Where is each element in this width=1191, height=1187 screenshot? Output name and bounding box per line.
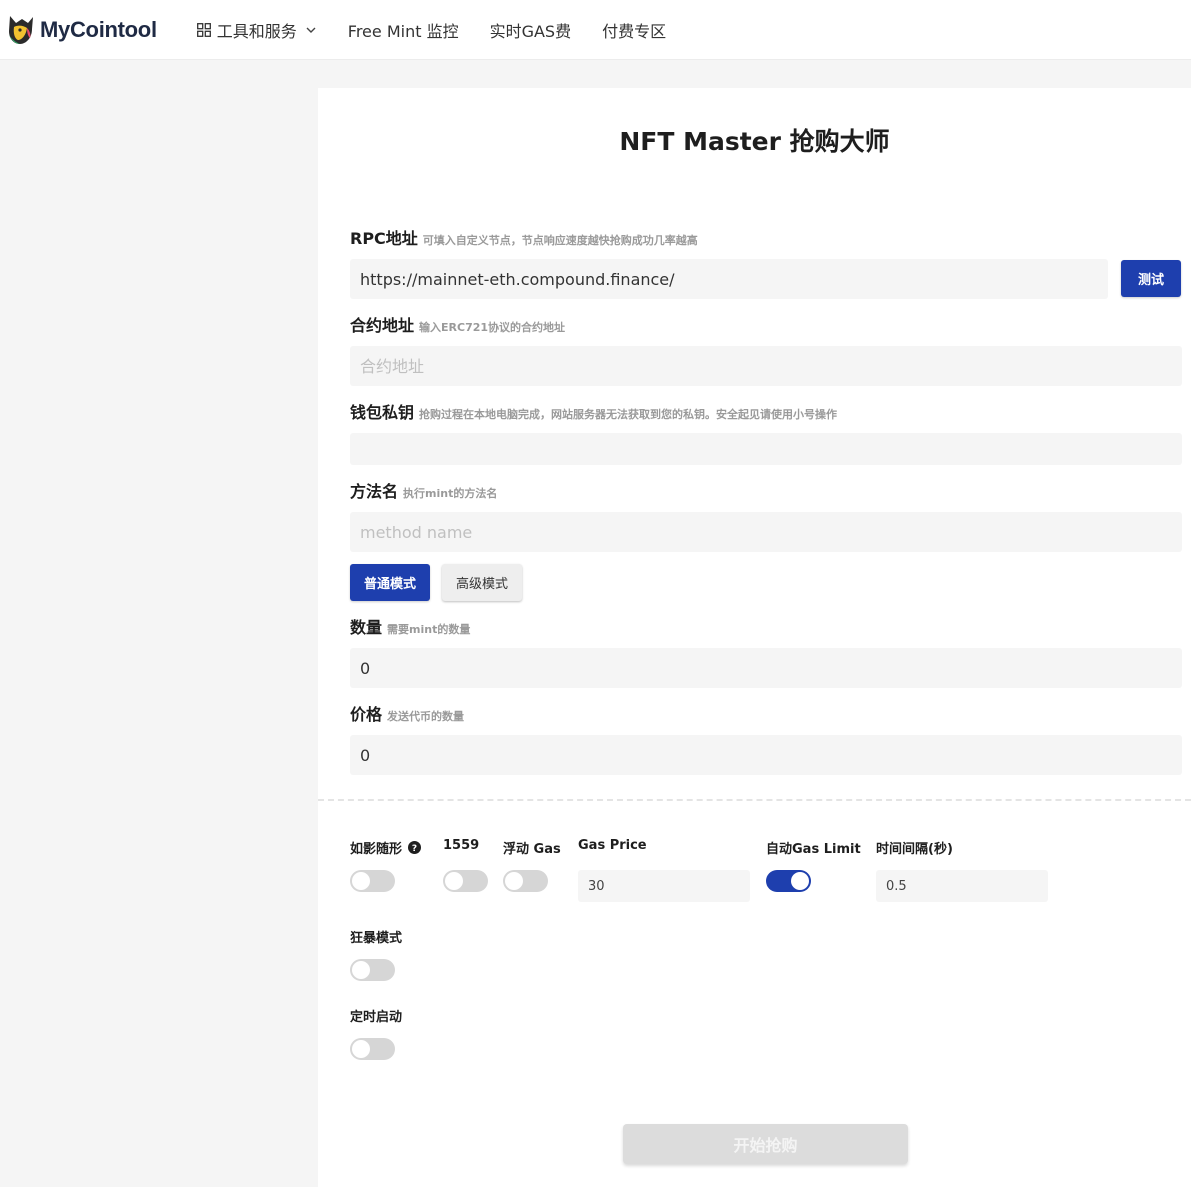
fox-logo-icon bbox=[9, 15, 33, 44]
rpc-hint: 可填入自定义节点，节点响应速度越快抢购成功几率越高 bbox=[422, 234, 698, 247]
svg-text:?: ? bbox=[412, 844, 417, 854]
contract-label: 合约地址 bbox=[350, 316, 415, 335]
toggle-knob bbox=[352, 1040, 370, 1058]
interval-label: 时间间隔(秒) bbox=[876, 842, 953, 857]
toggle-knob bbox=[352, 872, 370, 890]
toggle-knob bbox=[352, 961, 370, 979]
quantity-label-row: 数量 需要mint的数量 bbox=[350, 614, 470, 638]
contract-label-row: 合约地址 输入ERC721协议的合约地址 bbox=[350, 312, 565, 336]
price-input[interactable] bbox=[350, 735, 1182, 775]
shadow-follow-label: 如影随形 ? bbox=[350, 838, 422, 857]
nav-paid-zone[interactable]: 付费专区 bbox=[602, 18, 666, 42]
auto-gas-limit-toggle[interactable] bbox=[766, 870, 811, 892]
help-icon[interactable]: ? bbox=[408, 841, 422, 854]
section-divider bbox=[318, 799, 1191, 801]
nav-free-mint-label: Free Mint 监控 bbox=[347, 21, 459, 41]
top-navigation-bar: MyCointool 工具和服务 Free Mint 监控 实时GAS费 付费专… bbox=[0, 0, 1191, 60]
advanced-mode-button[interactable]: 高级模式 bbox=[442, 564, 522, 601]
quantity-hint: 需要mint的数量 bbox=[387, 623, 471, 636]
scheduled-start-toggle[interactable] bbox=[350, 1038, 395, 1060]
nav-free-mint-monitor[interactable]: Free Mint 监控 bbox=[348, 18, 459, 42]
shadow-follow-toggle[interactable] bbox=[350, 870, 395, 892]
grid-icon bbox=[196, 22, 211, 37]
nav-realtime-gas[interactable]: 实时GAS费 bbox=[490, 18, 572, 42]
chevron-down-icon bbox=[306, 27, 316, 33]
normal-mode-button[interactable]: 普通模式 bbox=[350, 564, 430, 601]
contract-hint: 输入ERC721协议的合约地址 bbox=[419, 321, 566, 334]
contract-address-input[interactable] bbox=[350, 346, 1182, 386]
toggle-knob bbox=[445, 872, 463, 890]
method-label: 方法名 bbox=[350, 482, 399, 501]
private-key-label: 钱包私钥 bbox=[350, 403, 415, 422]
frenzy-mode-toggle[interactable] bbox=[350, 959, 395, 981]
nav-realtime-gas-label: 实时GAS费 bbox=[489, 21, 572, 41]
scheduled-start-label: 定时启动 bbox=[350, 1010, 403, 1025]
nav-tools-services-label: 工具和服务 bbox=[216, 21, 297, 41]
nav-paid-zone-label: 付费专区 bbox=[602, 21, 667, 41]
main-nav: 工具和服务 Free Mint 监控 实时GAS费 付费专区 bbox=[196, 0, 697, 60]
price-label: 价格 bbox=[350, 705, 383, 724]
gas-price-label: Gas Price bbox=[578, 838, 647, 853]
rpc-test-button[interactable]: 测试 bbox=[1121, 260, 1181, 297]
eip1559-toggle[interactable] bbox=[443, 870, 488, 892]
rpc-input[interactable] bbox=[350, 259, 1108, 299]
gas-price-input[interactable] bbox=[578, 870, 750, 902]
float-gas-label: 浮动 Gas bbox=[503, 842, 561, 857]
price-hint: 发送代币的数量 bbox=[387, 710, 465, 723]
price-label-row: 价格 发送代币的数量 bbox=[350, 701, 464, 725]
quantity-label: 数量 bbox=[350, 618, 383, 637]
brand-logo[interactable]: MyCointool bbox=[6, 0, 157, 60]
brand-name: MyCointool bbox=[40, 16, 157, 42]
rpc-label: RPC地址 bbox=[350, 229, 418, 248]
private-key-input[interactable] bbox=[350, 433, 1182, 465]
method-label-row: 方法名 执行mint的方法名 bbox=[350, 478, 497, 502]
nav-tools-services[interactable]: 工具和服务 bbox=[196, 18, 317, 42]
toggle-knob bbox=[791, 872, 809, 890]
frenzy-mode-label: 狂暴模式 bbox=[350, 931, 403, 946]
eip1559-label: 1559 bbox=[443, 838, 480, 853]
private-key-label-row: 钱包私钥 抢购过程在本地电脑完成，网站服务器无法获取到您的私钥。安全起见请使用小… bbox=[350, 399, 837, 423]
rpc-label-row: RPC地址 可填入自定义节点，节点响应速度越快抢购成功几率越高 bbox=[350, 225, 698, 249]
auto-gas-limit-label: 自动Gas Limit bbox=[766, 842, 861, 857]
shadow-follow-label-text: 如影随形 bbox=[350, 842, 403, 857]
method-hint: 执行mint的方法名 bbox=[403, 487, 498, 500]
page-title: NFT Master 抢购大师 bbox=[619, 127, 890, 156]
quantity-input[interactable] bbox=[350, 648, 1182, 688]
method-name-input[interactable] bbox=[350, 512, 1182, 552]
private-key-hint: 抢购过程在本地电脑完成，网站服务器无法获取到您的私钥。安全起见请使用小号操作 bbox=[419, 408, 838, 421]
toggle-knob bbox=[505, 872, 523, 890]
start-purchase-button[interactable]: 开始抢购 bbox=[623, 1124, 908, 1164]
float-gas-toggle[interactable] bbox=[503, 870, 548, 892]
interval-input[interactable] bbox=[876, 870, 1048, 902]
